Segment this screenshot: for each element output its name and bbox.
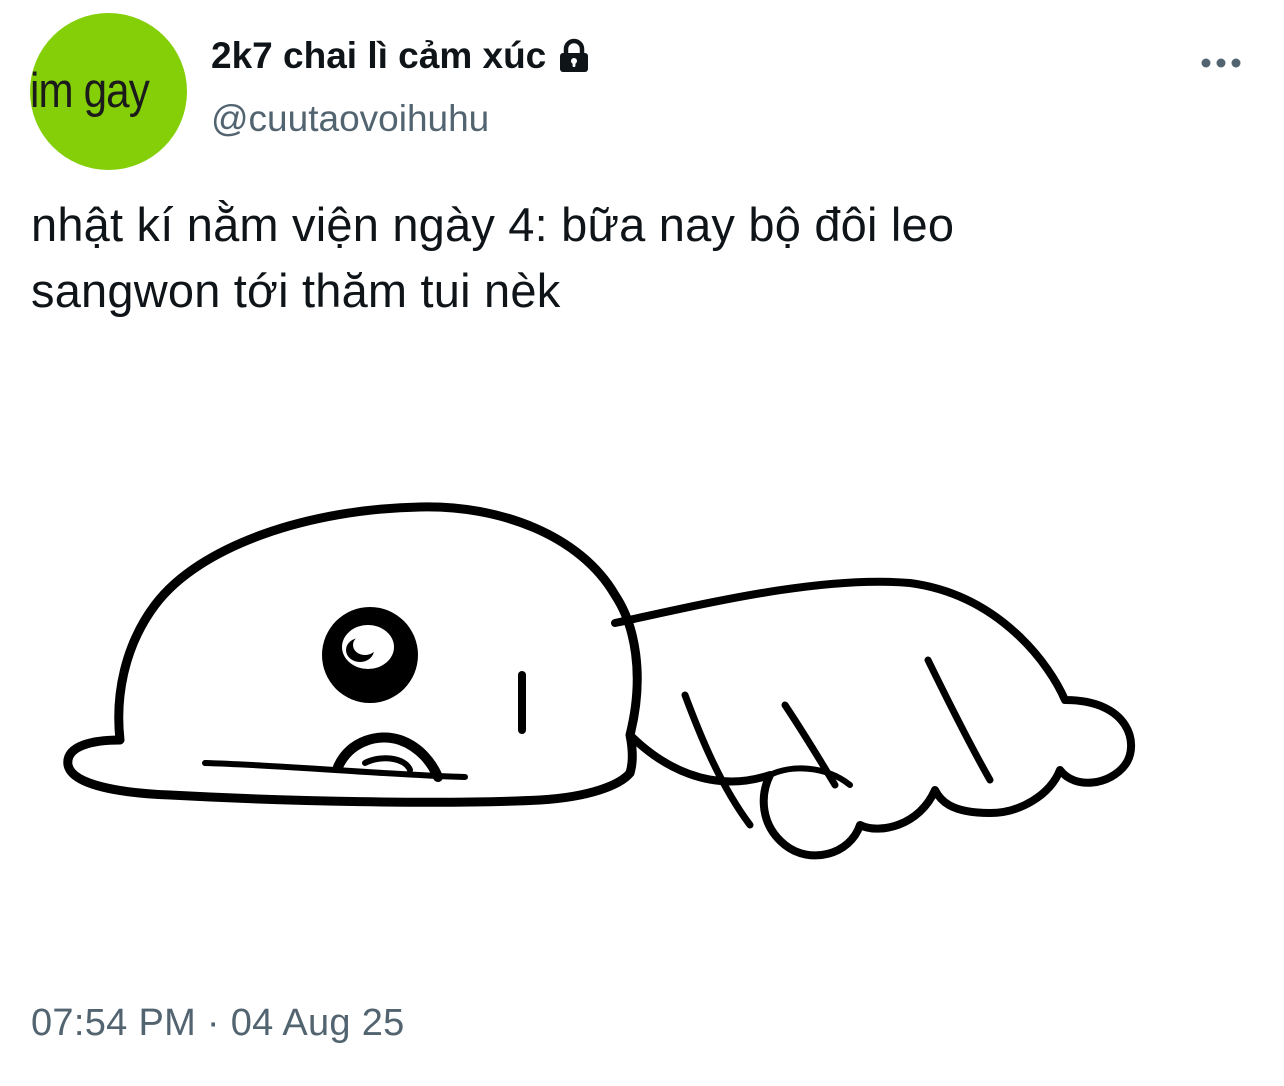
user-handle[interactable]: @cuutaovoihuhu (211, 98, 489, 140)
tweet-text-line: nhật kí nằm viện ngày 4: bữa nay bộ đôi … (31, 198, 955, 251)
crying-blob-sticker-icon (63, 502, 1136, 860)
more-horizontal-icon (1201, 58, 1241, 68)
display-name[interactable]: 2k7 chai lì cảm xúc (211, 35, 546, 77)
author-name-row: 2k7 chai lì cảm xúc (211, 32, 594, 80)
tweet-text: nhật kí nằm viện ngày 4: bữa nay bộ đôi … (31, 192, 1251, 324)
tweet-media-image[interactable] (60, 495, 1160, 885)
more-options-button[interactable] (1196, 46, 1246, 80)
avatar[interactable]: im gay (30, 13, 187, 170)
lock-icon (554, 36, 594, 76)
avatar-text: im gay (30, 64, 150, 118)
tweet-text-line: sangwon tới thăm tui nèk (31, 264, 561, 317)
tweet-timestamp[interactable]: 07:54 PM · 04 Aug 25 (31, 1002, 405, 1045)
